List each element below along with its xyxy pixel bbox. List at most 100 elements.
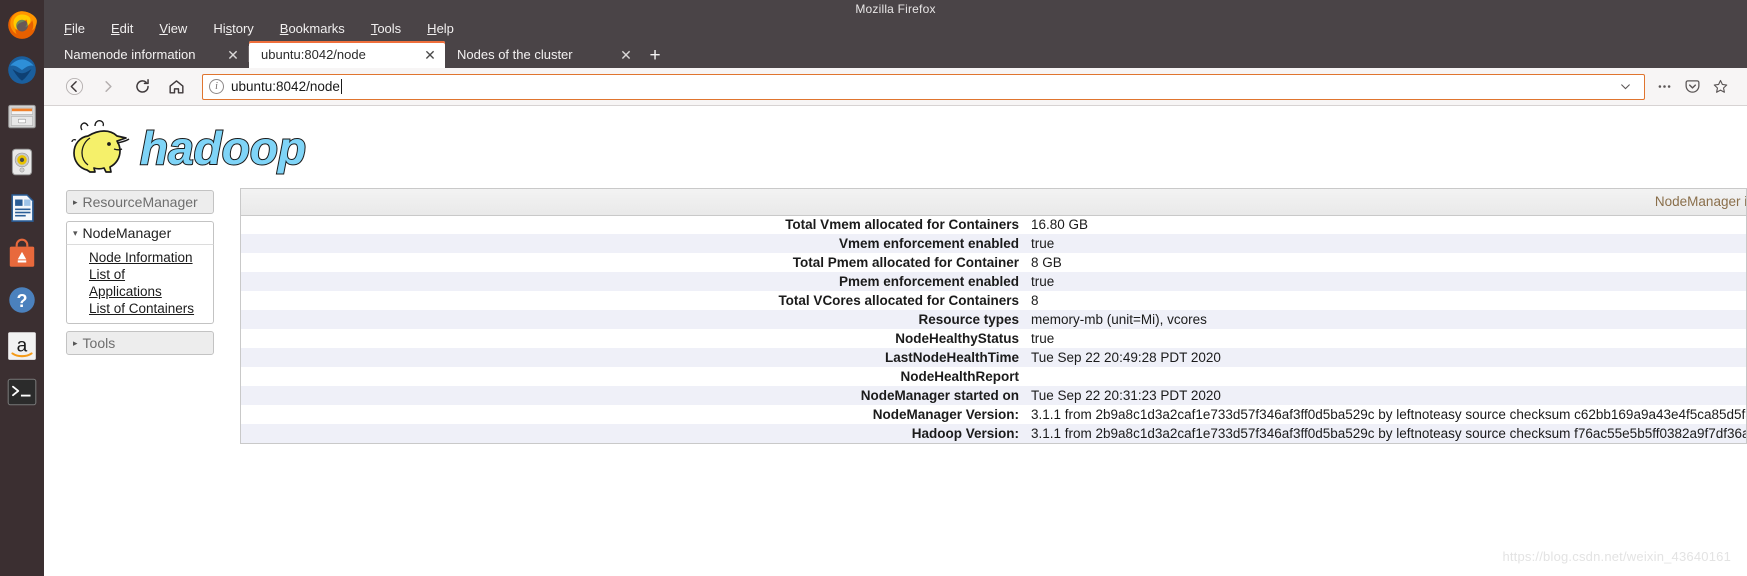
table-head: NodeManager information	[241, 189, 1746, 216]
screen: ? a Mozilla Firefox File Edit View Histo…	[0, 0, 1747, 576]
shopping-bag-icon	[9, 238, 35, 267]
row-value: 3.1.1 from 2b9a8c1d3a2caf1e733d57f346af3…	[1031, 424, 1746, 443]
table-row: Total VCores allocated for Containers 8	[241, 291, 1746, 310]
menu-history[interactable]: History	[211, 21, 255, 37]
tab-namenode-information[interactable]: Namenode information ✕	[52, 41, 248, 68]
watermark: https://blog.csdn.net/weixin_43640161	[1502, 549, 1731, 564]
dock-icon-libreoffice-writer[interactable]	[4, 190, 40, 226]
row-value: 8 GB	[1031, 253, 1746, 272]
sidebar-item-list-of-applications-line2[interactable]: Applications	[89, 283, 209, 300]
menu-file[interactable]: File	[62, 21, 87, 37]
thunderbird-icon	[8, 56, 36, 84]
speaker-icon	[11, 148, 33, 176]
dock-icon-thunderbird[interactable]	[4, 52, 40, 88]
content-row: ▸ ResourceManager ▾ NodeManager Node Inf…	[44, 182, 1747, 444]
chevron-right-icon: ▸	[73, 337, 78, 348]
row-value: Tue Sep 22 20:31:23 PDT 2020	[1031, 386, 1746, 405]
menu-edit[interactable]: Edit	[109, 21, 135, 37]
dock-icon-firefox[interactable]	[4, 6, 40, 42]
dock-icon-files[interactable]	[4, 98, 40, 134]
chevron-right-icon: ▸	[73, 196, 78, 207]
row-value: true	[1031, 272, 1746, 291]
menu-help[interactable]: Help	[425, 21, 456, 37]
dock-icon-rhythmbox[interactable]	[4, 144, 40, 180]
site-info-icon[interactable]: i	[209, 79, 224, 94]
menu-tools[interactable]: Tools	[369, 21, 403, 37]
hadoop-logo-area: hadoop	[44, 106, 1747, 182]
close-icon[interactable]: ✕	[224, 46, 242, 64]
sidebar-nodemanager-links: Node Information List of Applications Li…	[66, 245, 214, 324]
new-tab-button[interactable]: +	[641, 42, 669, 68]
table-row: NodeHealthReport	[241, 367, 1746, 386]
table-row: Total Pmem allocated for Container 8 GB	[241, 253, 1746, 272]
table-header-title: NodeManager information	[241, 189, 1746, 216]
menu-view[interactable]: View	[157, 21, 189, 37]
pocket-button[interactable]	[1679, 75, 1705, 99]
svg-text:a: a	[17, 335, 28, 356]
tab-nodes-of-the-cluster[interactable]: Nodes of the cluster ✕	[445, 41, 641, 68]
pocket-icon	[1684, 80, 1700, 93]
chevron-down-icon: ▾	[73, 227, 78, 238]
reload-button[interactable]	[126, 72, 158, 102]
star-icon	[1713, 79, 1727, 93]
bookmark-button[interactable]	[1707, 75, 1733, 99]
chevron-down-icon	[1620, 84, 1630, 90]
row-key: Pmem enforcement enabled	[241, 272, 1031, 291]
table-row: NodeManager started on Tue Sep 22 20:31:…	[241, 386, 1746, 405]
dock-icon-ubuntu-software[interactable]	[4, 236, 40, 272]
forward-button[interactable]	[92, 72, 124, 102]
sidebar-section-tools[interactable]: ▸ Tools	[66, 331, 214, 355]
sidebar-item-list-of-containers[interactable]: List of Containers	[89, 300, 209, 317]
row-key: NodeHealthyStatus	[241, 329, 1031, 348]
terminal-icon	[7, 378, 37, 406]
tab-label: ubuntu:8042/node	[261, 47, 366, 62]
menu-bookmarks[interactable]: Bookmarks	[278, 21, 347, 37]
document-icon	[11, 194, 34, 222]
row-key: NodeManager started on	[241, 386, 1031, 405]
tab-strip: Namenode information ✕ ubuntu:8042/node …	[44, 40, 1747, 68]
back-button[interactable]	[58, 72, 90, 102]
table-header-row: NodeManager information	[241, 189, 1746, 216]
row-value: 8	[1031, 291, 1746, 310]
home-icon	[168, 80, 184, 94]
row-value	[1031, 367, 1746, 386]
url-input[interactable]: ubuntu:8042/node	[231, 79, 1605, 94]
ellipsis-icon	[1658, 85, 1670, 88]
history-dropdown-button[interactable]	[1612, 75, 1638, 99]
sidebar-section-resourcemanager[interactable]: ▸ ResourceManager	[66, 190, 214, 214]
sidebar-item-node-information[interactable]: Node Information	[89, 249, 209, 266]
row-key: NodeManager Version:	[241, 405, 1031, 424]
svg-text:?: ?	[16, 291, 27, 311]
dock-icon-amazon[interactable]: a	[4, 328, 40, 364]
amazon-icon: a	[8, 332, 36, 360]
close-icon[interactable]: ✕	[421, 46, 439, 64]
row-key: Total Vmem allocated for Containers	[241, 215, 1031, 234]
home-button[interactable]	[160, 72, 192, 102]
row-value: memory-mb (unit=Mi), vcores	[1031, 310, 1746, 329]
row-value: 3.1.1 from 2b9a8c1d3a2caf1e733d57f346af3…	[1031, 405, 1746, 424]
table-row: NodeHealthyStatus true	[241, 329, 1746, 348]
ubuntu-launcher-dock: ? a	[0, 0, 44, 576]
firefox-icon	[8, 11, 37, 39]
row-value: 16.80 GB	[1031, 215, 1746, 234]
row-key: Vmem enforcement enabled	[241, 234, 1031, 253]
url-bar[interactable]: i ubuntu:8042/node	[202, 73, 1645, 100]
table-row: LastNodeHealthTime Tue Sep 22 20:49:28 P…	[241, 348, 1746, 367]
dock-icon-help[interactable]: ?	[4, 282, 40, 318]
table-row: Pmem enforcement enabled true	[241, 272, 1746, 291]
page-actions-button[interactable]	[1651, 75, 1677, 99]
hadoop-logo-icon: hadoop	[71, 120, 307, 175]
tab-label: Nodes of the cluster	[457, 47, 573, 62]
tab-ubuntu-8042-node[interactable]: ubuntu:8042/node ✕	[249, 41, 445, 68]
sidebar-item-list-of-applications-line1[interactable]: List of	[89, 266, 209, 283]
close-icon[interactable]: ✕	[617, 46, 635, 64]
dock-icon-terminal[interactable]	[4, 374, 40, 410]
sidebar-section-nodemanager[interactable]: ▾ NodeManager	[66, 221, 214, 245]
reload-icon	[135, 79, 149, 93]
table-row: Vmem enforcement enabled true	[241, 234, 1746, 253]
sidebar-section-label: Tools	[82, 335, 116, 351]
row-value: true	[1031, 329, 1746, 348]
node-information-panel: NodeManager information Total Vmem alloc…	[240, 188, 1747, 444]
